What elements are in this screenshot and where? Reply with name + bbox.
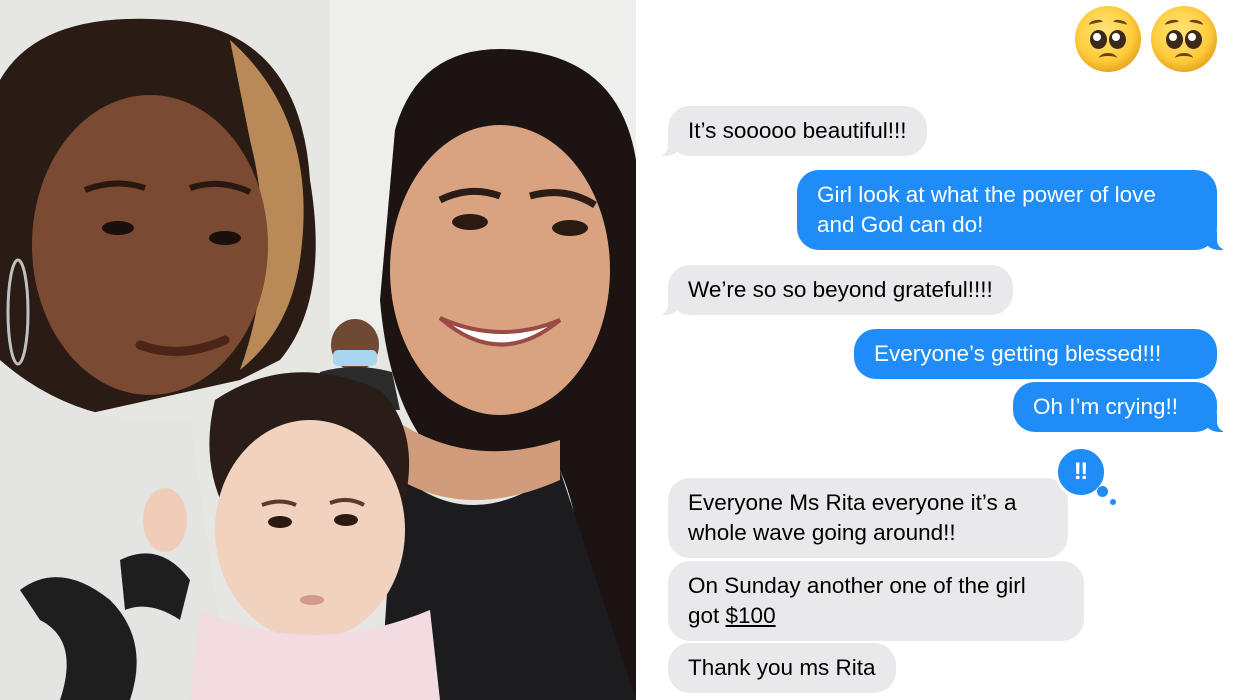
selfie-illustration	[0, 0, 636, 700]
message-incoming[interactable]: We’re so so beyond grateful!!!!	[656, 265, 1013, 315]
money-amount-link[interactable]: $100	[726, 603, 776, 628]
message-incoming[interactable]: On Sunday another one of the girl got $1…	[668, 561, 1084, 641]
message-incoming[interactable]: Everyone Ms Rita everyone it’s a whole w…	[668, 478, 1068, 558]
exclamation-tapback-icon[interactable]: ‼	[1055, 446, 1116, 505]
message-outgoing[interactable]: Oh I’m crying!!	[1013, 382, 1229, 432]
imessage-thread[interactable]: It’s sooooo beautiful!!! Girl look at wh…	[639, 0, 1245, 700]
message-incoming[interactable]: It’s sooooo beautiful!!!	[656, 106, 927, 156]
pleading-face-icon	[1075, 6, 1141, 72]
message-outgoing[interactable]: Girl look at what the power of love and …	[797, 170, 1229, 250]
message-incoming[interactable]: Thank you ms Rita	[668, 643, 896, 693]
tapback-symbol: ‼	[1073, 458, 1089, 485]
reaction-emoji-row	[1075, 6, 1217, 72]
pleading-face-icon	[1151, 6, 1217, 72]
message-outgoing[interactable]: Everyone’s getting blessed!!!	[854, 329, 1217, 379]
selfie-photo	[0, 0, 636, 700]
